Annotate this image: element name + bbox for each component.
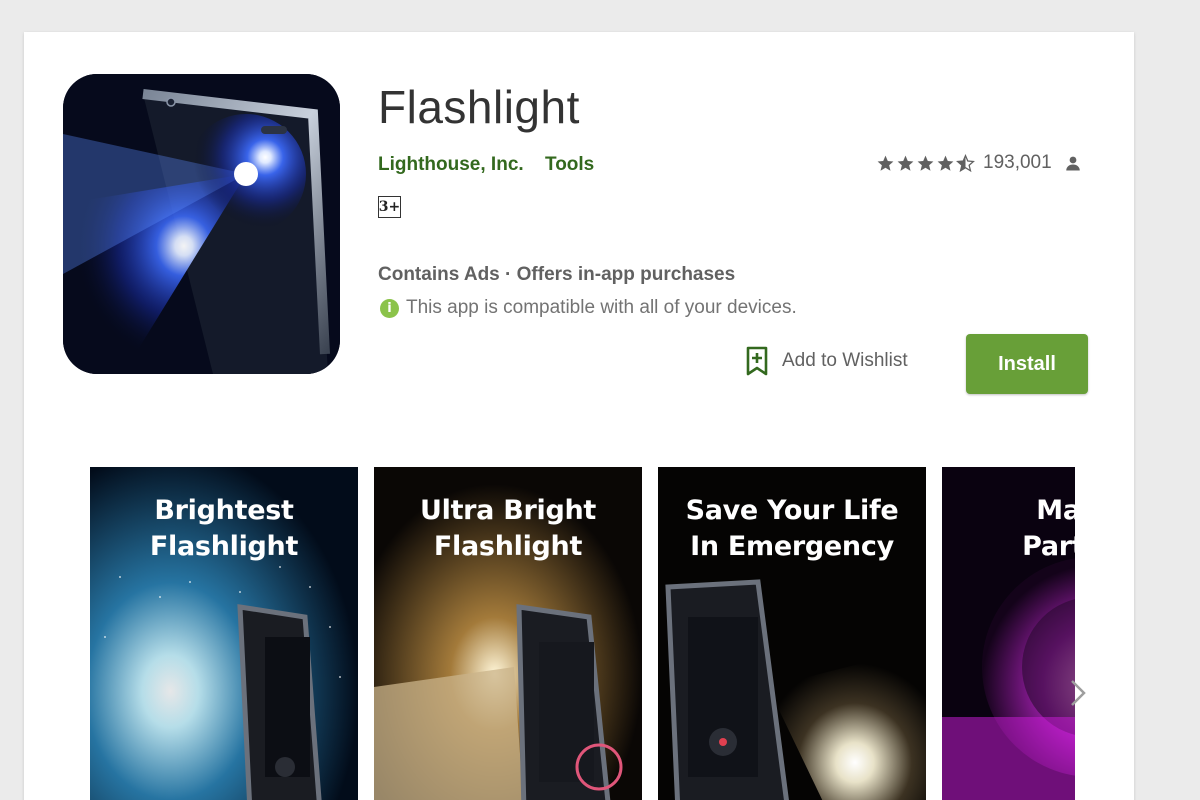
screenshot-caption: Make Party S (1022, 495, 1075, 562)
add-to-wishlist-button[interactable]: Add to Wishlist (746, 346, 908, 376)
content-rating-badge[interactable]: 3+ (378, 196, 401, 218)
flashlight-app-icon (63, 74, 340, 374)
compatibility-notice: i This app is compatible with all of you… (380, 297, 797, 319)
star-rating (876, 153, 975, 173)
screenshot-1[interactable]: Brightest Flashlight (90, 467, 358, 800)
info-icon: i (380, 298, 399, 318)
install-button[interactable]: Install (966, 334, 1088, 394)
screenshot-4[interactable]: Make Party S (942, 467, 1075, 800)
rating-count: 193,001 (983, 152, 1052, 173)
chevron-right-icon[interactable] (1067, 677, 1089, 709)
compatibility-text: This app is compatible with all of your … (406, 297, 797, 318)
ads-notice: Contains Ads · Offers in-app purchases (378, 264, 736, 285)
screenshot-caption: Brightest Flashlight (149, 495, 299, 562)
bookmark-add-icon (746, 346, 768, 376)
app-details-card: Flashlight Lighthouse, Inc. Tools 193,00… (24, 32, 1134, 800)
screenshot-3[interactable]: Save Your Life In Emergency (658, 467, 926, 800)
screenshot-carousel: Brightest Flashlight Ultra Bright Flashl… (90, 467, 1075, 800)
person-icon (1065, 156, 1080, 171)
star-icon (937, 155, 954, 171)
app-title: Flashlight (378, 81, 580, 133)
star-half-icon (956, 153, 975, 172)
star-icon (877, 155, 894, 171)
developer-link[interactable]: Lighthouse, Inc. (378, 154, 524, 176)
screenshot-2[interactable]: Ultra Bright Flashlight (374, 467, 642, 800)
screenshot-caption: Save Your Life In Emergency (685, 495, 899, 562)
star-icon (917, 155, 934, 171)
star-icon (897, 155, 914, 171)
app-icon (63, 74, 340, 374)
rating-summary: 193,001 (876, 152, 1082, 174)
screenshot-caption: Ultra Bright Flashlight (419, 495, 597, 562)
category-link[interactable]: Tools (545, 154, 594, 176)
wishlist-label: Add to Wishlist (782, 350, 908, 371)
